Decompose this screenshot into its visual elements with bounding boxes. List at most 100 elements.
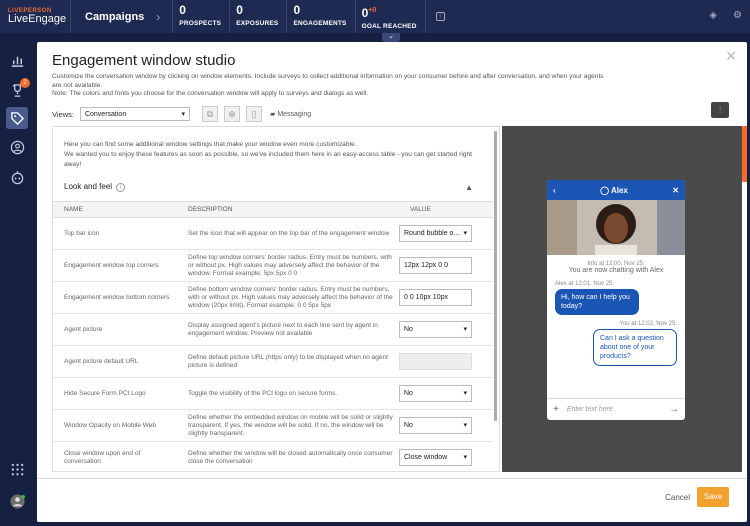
column-header-name: NAME [53, 201, 177, 218]
save-button[interactable]: Save [697, 487, 729, 507]
table-row: Top bar icon Set the icon that will appe… [53, 217, 493, 250]
agent-message-bubble[interactable]: Hi, how can I help you today? [555, 289, 639, 315]
settings-icon[interactable]: ⚙ [733, 10, 742, 21]
user-icon [10, 140, 25, 155]
row-description: Define whether the window will be closed… [177, 441, 399, 471]
value-text: 12px 12px 0 0 [404, 261, 448, 269]
user-message-bubble[interactable]: Can I ask a question about one of your p… [593, 329, 677, 366]
stat-label: ENGAGEMENTS [293, 20, 347, 27]
description-note: Note: The colors and fonts you choose fo… [52, 90, 369, 97]
stat-exposures: 0 EXPOSURES [229, 0, 286, 33]
caret-down-icon: ▾ [463, 421, 467, 429]
table-header: NAME DESCRIPTION VALUE [53, 201, 493, 218]
stat-label: EXPOSURES [236, 20, 279, 27]
nav-users[interactable] [9, 139, 26, 156]
collapse-section-icon[interactable]: ▲ [465, 183, 473, 192]
agent-avatar[interactable] [9, 493, 26, 510]
collapse-toggle[interactable]: ⌄ [382, 33, 400, 42]
copy-button[interactable]: ⧉ [201, 106, 218, 122]
send-arrow-icon[interactable]: → [669, 404, 679, 415]
avatar-icon [10, 494, 25, 509]
notification-badge: 2 [20, 78, 30, 88]
sliders-icon: ⫶ [718, 105, 722, 115]
nav-engagement[interactable] [6, 107, 28, 129]
row-description: Set the icon that will appear on the top… [177, 217, 399, 250]
caret-down-icon: ▾ [463, 453, 467, 461]
chat-bubble-icon: ◯ [600, 185, 610, 195]
window-settings-button[interactable]: ⫶ [711, 102, 729, 118]
stat-value: 0 [179, 3, 186, 17]
robot-icon [11, 170, 24, 185]
row-name: Engagement window top corners [53, 249, 177, 282]
logo-bottom: LiveEngage [8, 13, 67, 25]
close-icon[interactable]: ✕ [725, 48, 737, 65]
table-row: Window Opacity on Mobile Web Define whet… [53, 409, 493, 442]
views-dropdown[interactable]: Conversation ▾ [79, 107, 190, 121]
column-header-description: DESCRIPTION [177, 201, 399, 218]
views-value: Conversation [84, 110, 127, 118]
engagement-window-studio: Engagement window studio ✕ Customize the… [37, 42, 747, 522]
nav-reports[interactable] [9, 52, 26, 69]
column-header-value: VALUE [399, 201, 493, 218]
info-icon[interactable]: i [116, 183, 126, 192]
liveengage-logo[interactable]: LIVEPERSON LiveEngage [0, 8, 70, 25]
value-dropdown[interactable]: No ▾ [399, 417, 472, 434]
agent-photo-image [547, 200, 685, 255]
mobile-button[interactable]: ▯ [245, 106, 262, 122]
settings-table: NAME DESCRIPTION VALUE Top bar icon Set … [53, 201, 493, 471]
copy-icon: ⧉ [206, 108, 214, 119]
window-preview: ‹ ◯ Alex ✕ Info at 12:00, Nov 25: You ar… [502, 126, 742, 472]
apps-grid-button[interactable] [9, 461, 26, 478]
agent-message-meta: Alex at 12:01, Nov 25: [555, 281, 615, 287]
settings-panel: Here you can find some additional window… [52, 126, 500, 472]
value-dropdown[interactable]: No ▾ [399, 385, 472, 402]
modal-description: Customize the conversation window by cli… [52, 73, 612, 99]
agent-photo[interactable] [547, 200, 685, 255]
close-icon[interactable]: ✕ [672, 186, 679, 195]
chat-bubble-icon: ▰ [269, 111, 276, 118]
scrollbar[interactable] [494, 131, 497, 421]
row-name: Agent picture default URL [53, 345, 177, 378]
chat-input-bar[interactable]: + Enter text here → [547, 398, 685, 420]
goal-delta: +0 [368, 7, 377, 14]
chat-input[interactable]: Enter text here [559, 406, 669, 413]
info-button[interactable]: ! [424, 0, 455, 33]
stat-value: 0 [236, 3, 243, 17]
row-description: Define whether the embedded window on mo… [177, 409, 399, 442]
stat-value: 0+0 [362, 4, 417, 20]
intro-line-1: Here you can find some additional window… [64, 141, 357, 148]
value-dropdown[interactable]: Close window ▾ [399, 449, 472, 466]
cancel-button[interactable]: Cancel [665, 493, 690, 502]
table-row: Engagement window top corners Define top… [53, 249, 493, 282]
value-input[interactable]: 12px 12px 0 0 [399, 257, 472, 274]
caret-down-icon: ▾ [181, 111, 185, 118]
row-description: Toggle the visibility of the PCI logo on… [177, 377, 399, 410]
section-title[interactable]: Campaigns [70, 0, 156, 33]
table-row: Agent picture Display assigned agent's p… [53, 313, 493, 346]
back-arrow-icon[interactable]: ‹ [553, 186, 556, 195]
chat-header[interactable]: ‹ ◯ Alex ✕ [547, 180, 685, 200]
intro-line-2: We wanted you to enjoy these features as… [64, 151, 472, 168]
nav-automation[interactable] [9, 169, 26, 186]
row-description: Display assigned agent's picture next to… [177, 313, 399, 346]
row-description: Define top window corners' border radius… [177, 249, 399, 282]
side-panel-toggle[interactable] [742, 126, 747, 182]
modal-footer: Cancel Save [37, 478, 747, 522]
caret-down-icon: ▾ [463, 325, 467, 333]
value-input[interactable]: 0 0 10px 10px [399, 289, 472, 306]
chat-window-preview[interactable]: ‹ ◯ Alex ✕ Info at 12:00, Nov 25: You ar… [547, 180, 685, 420]
stat-label: PROSPECTS [179, 20, 222, 27]
value-text: Round bubble o... [404, 229, 460, 237]
mobile-icon: ▯ [251, 108, 257, 119]
nav-campaigns[interactable]: 2 [9, 78, 30, 99]
intro-text: Here you can find some additional window… [64, 140, 484, 170]
section-title: Look and feel [64, 182, 113, 191]
layers-icon[interactable]: ◈ [709, 10, 717, 21]
messaging-toggle[interactable]: ▰ Messaging [270, 110, 311, 118]
tag-icon [10, 111, 24, 125]
add-button[interactable]: ⊕ [223, 106, 240, 122]
value-dropdown[interactable]: Round bubble o... ▾ [399, 225, 472, 242]
row-name: Top bar icon [53, 217, 177, 250]
row-description: Define bottom window corners' border rad… [177, 281, 399, 314]
value-dropdown[interactable]: No ▾ [399, 321, 472, 338]
